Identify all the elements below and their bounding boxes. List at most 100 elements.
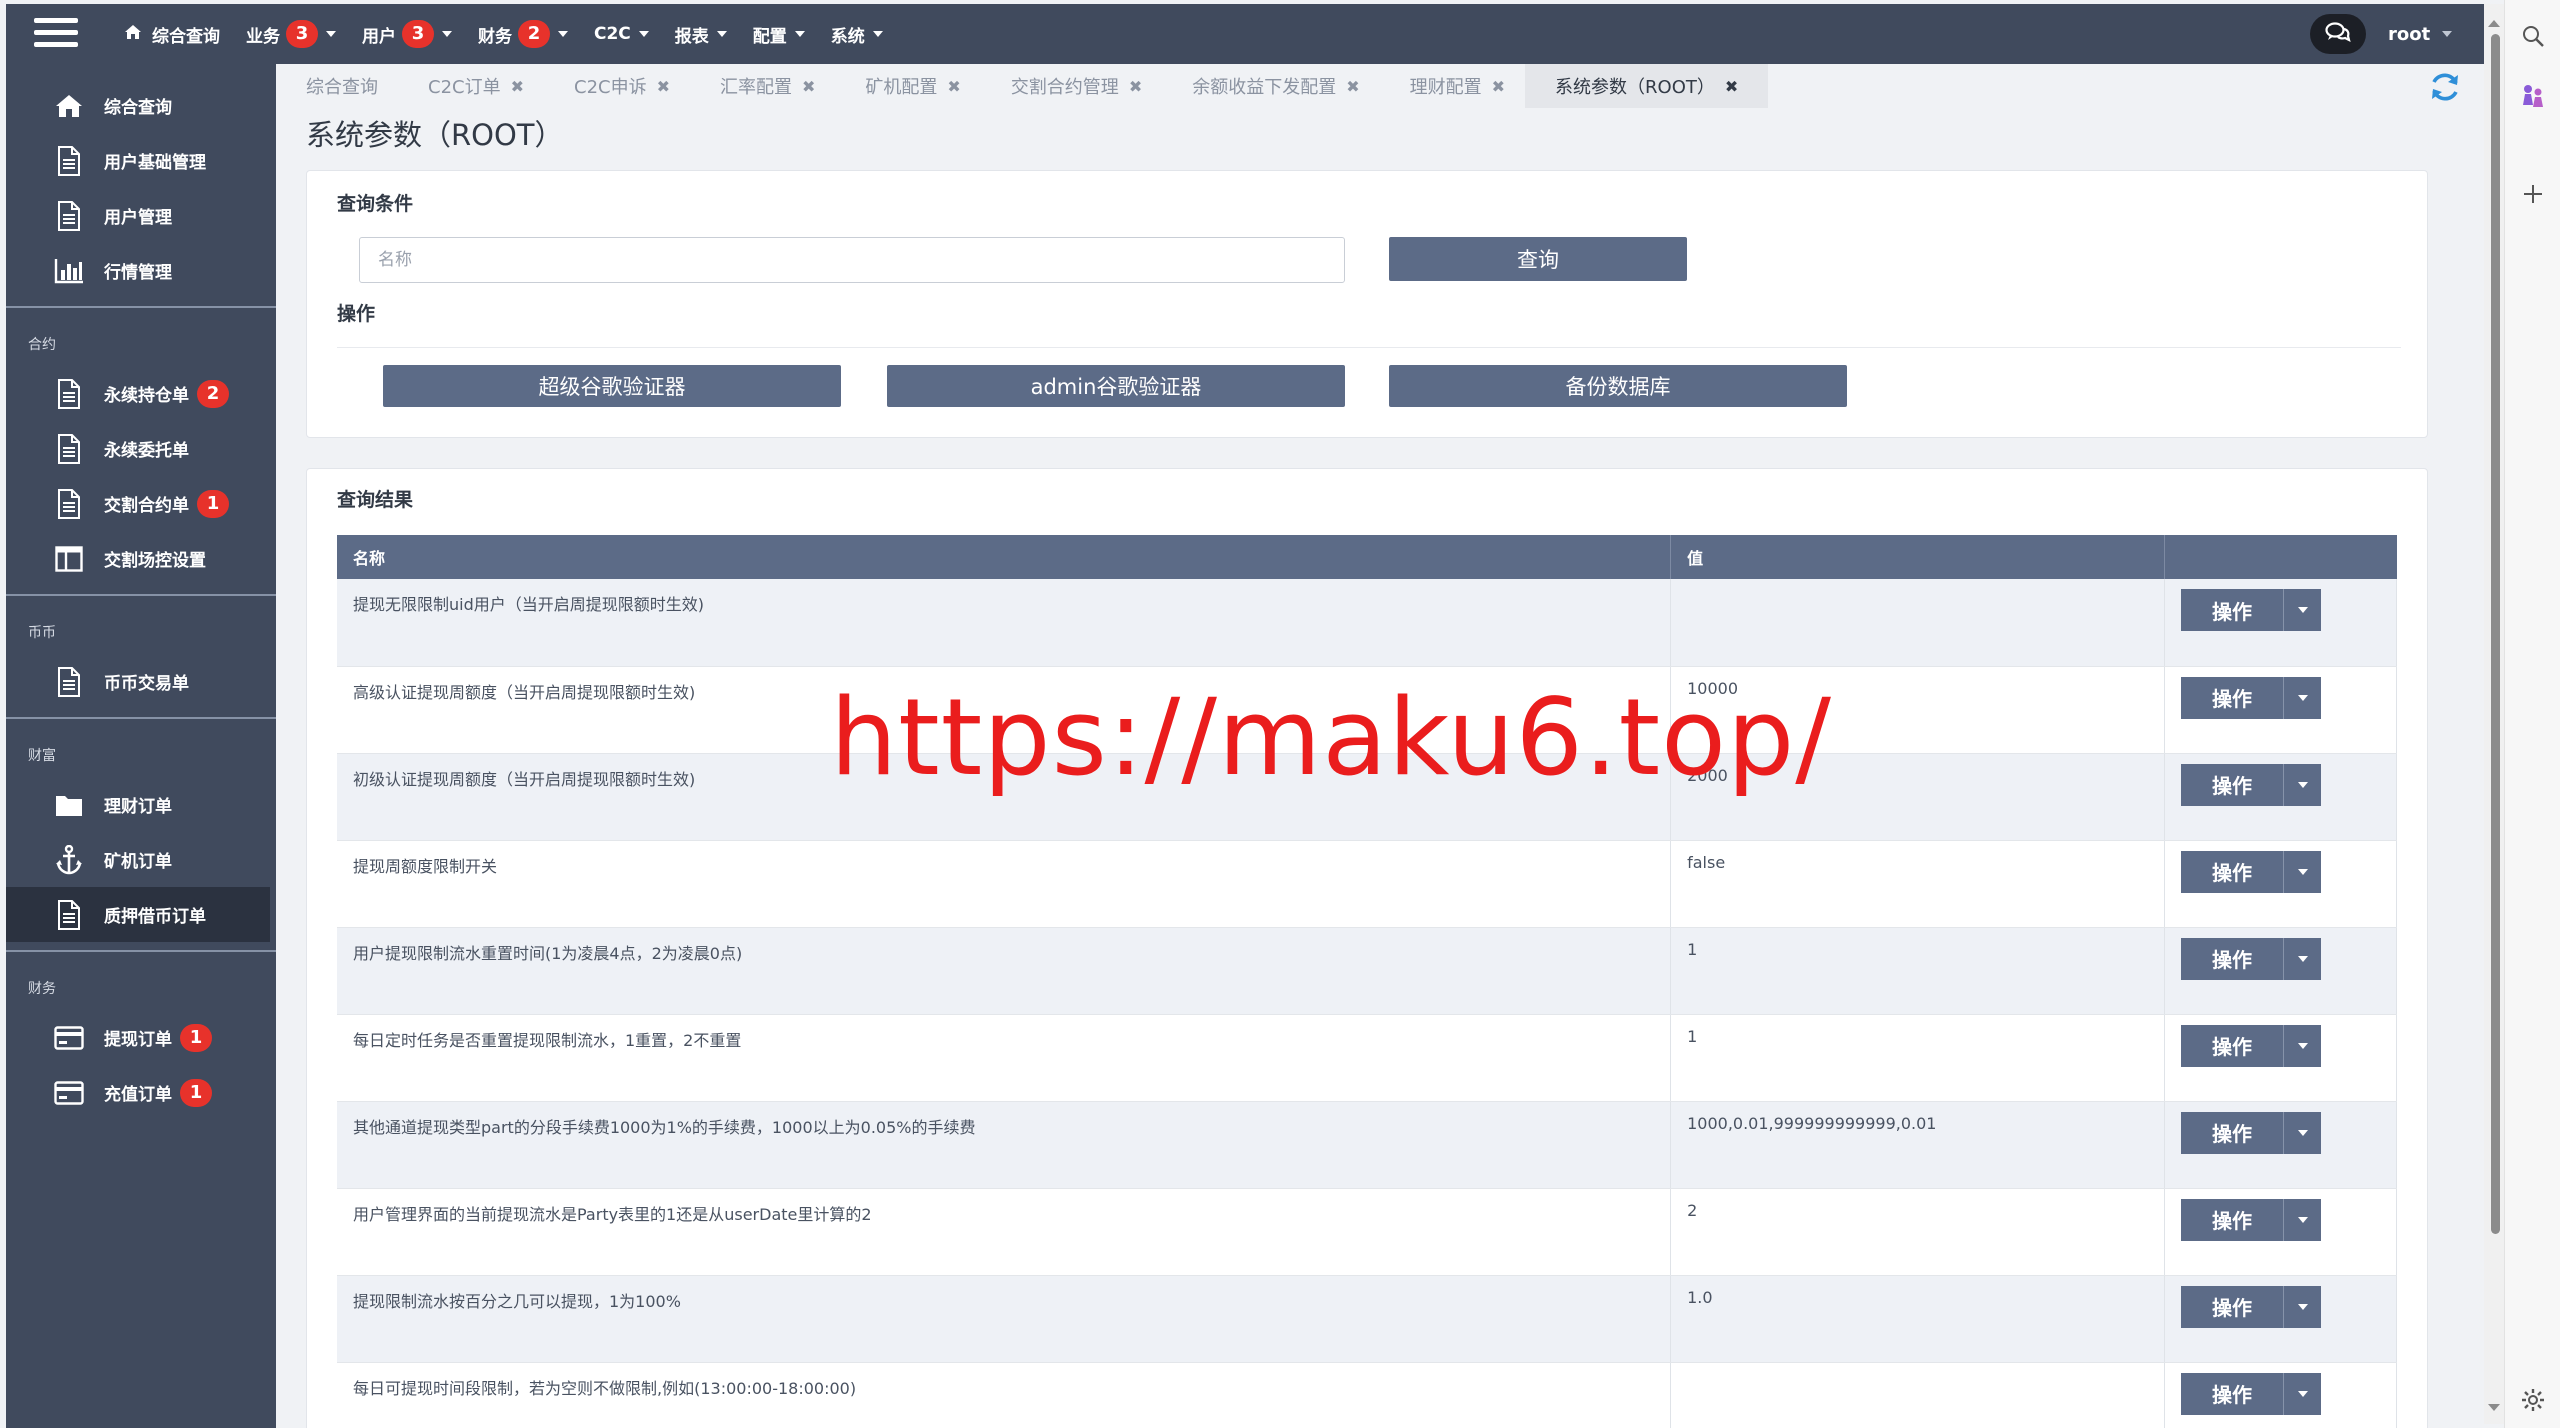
tab-system-params[interactable]: 系统参数（ROOT） ✖ bbox=[1525, 64, 1769, 108]
super-google-auth-button[interactable]: 超级谷歌验证器 bbox=[383, 365, 841, 407]
tab-exchange-rate[interactable]: 汇率配置 ✖ bbox=[690, 64, 835, 108]
chevron-down-icon[interactable] bbox=[2283, 763, 2322, 806]
chevron-down-icon bbox=[872, 31, 883, 37]
chevron-down-icon[interactable] bbox=[2283, 1372, 2322, 1415]
action-split-button: 操作 bbox=[2181, 1372, 2322, 1415]
sidebar-item-wealth-order[interactable]: 理财订单 bbox=[6, 777, 276, 832]
chevron-down-icon[interactable] bbox=[2283, 676, 2322, 719]
close-icon[interactable]: ✖ bbox=[1492, 77, 1505, 96]
action-button[interactable]: 操作 bbox=[2181, 1024, 2284, 1067]
sidebar-item-miner-order[interactable]: 矿机订单 bbox=[6, 832, 276, 887]
chevron-down-icon[interactable] bbox=[2283, 1024, 2322, 1067]
sidebar-item-delivery-control[interactable]: 交割场控设置 bbox=[6, 531, 276, 586]
chevron-down-icon[interactable] bbox=[2283, 1285, 2322, 1328]
chat-button[interactable] bbox=[2310, 14, 2366, 54]
chevron-down-icon[interactable] bbox=[2283, 589, 2322, 631]
sidebar-item-deposit-order[interactable]: 充值订单 1 bbox=[6, 1065, 276, 1120]
action-button[interactable]: 操作 bbox=[2181, 1111, 2284, 1154]
nav-item-business[interactable]: 业务 3 bbox=[246, 4, 336, 64]
scrollbar-thumb[interactable] bbox=[2491, 34, 2500, 1234]
tab-balance-yield[interactable]: 余额收益下发配置 ✖ bbox=[1162, 64, 1379, 108]
action-button[interactable]: 操作 bbox=[2181, 937, 2284, 980]
tab-c2c-order[interactable]: C2C订单 ✖ bbox=[398, 64, 544, 108]
chevron-down-icon bbox=[716, 31, 727, 37]
sidebar-item-withdraw-order[interactable]: 提现订单 1 bbox=[6, 1010, 276, 1065]
sidebar-item-label: 用户管理 bbox=[104, 208, 172, 228]
sidebar-item-label: 理财订单 bbox=[104, 797, 172, 817]
chevron-down-icon bbox=[2442, 31, 2453, 37]
sidebar-item-user-manage[interactable]: 用户管理 bbox=[6, 188, 276, 243]
action-button[interactable]: 操作 bbox=[2181, 589, 2284, 631]
action-split-button: 操作 bbox=[2181, 1285, 2322, 1328]
action-split-button: 操作 bbox=[2181, 676, 2322, 719]
action-button[interactable]: 操作 bbox=[2181, 1372, 2284, 1415]
tab-miner-config[interactable]: 矿机配置 ✖ bbox=[835, 64, 980, 108]
tab-label: 汇率配置 bbox=[720, 77, 792, 98]
column-header-action bbox=[2164, 535, 2397, 579]
action-split-button: 操作 bbox=[2181, 1198, 2322, 1241]
nav-item-finance[interactable]: 财务 2 bbox=[478, 4, 568, 64]
hamburger-menu-icon[interactable] bbox=[34, 18, 78, 50]
action-button[interactable]: 操作 bbox=[2181, 850, 2284, 893]
nav-item-report[interactable]: 报表 bbox=[675, 4, 727, 64]
add-icon[interactable] bbox=[2519, 180, 2547, 208]
nav-business-badge: 3 bbox=[286, 20, 318, 48]
sidebar-item-label: 币币交易单 bbox=[104, 674, 189, 694]
chevron-down-icon[interactable] bbox=[2283, 850, 2322, 893]
action-split-button: 操作 bbox=[2181, 1024, 2322, 1067]
search-button[interactable]: 查询 bbox=[1389, 237, 1687, 281]
cell-name: 每日可提现时间段限制，若为空则不做限制,例如(13:00:00-18:00:00… bbox=[337, 1362, 1672, 1428]
close-icon[interactable]: ✖ bbox=[1129, 77, 1142, 96]
action-button[interactable]: 操作 bbox=[2181, 676, 2284, 719]
nav-c2c-label: C2C bbox=[594, 24, 631, 44]
refresh-icon[interactable] bbox=[2428, 70, 2462, 104]
chevron-down-icon[interactable] bbox=[2283, 1111, 2322, 1154]
sidebar-badge: 1 bbox=[180, 1078, 212, 1107]
divider bbox=[337, 347, 2401, 348]
sidebar-item-user-basic[interactable]: 用户基础管理 bbox=[6, 133, 276, 188]
action-split-button: 操作 bbox=[2181, 589, 2322, 631]
chevron-down-icon[interactable] bbox=[2283, 937, 2322, 980]
sidebar-item-perpetual-position[interactable]: 永续持仓单 2 bbox=[6, 366, 276, 421]
tab-label: 综合查询 bbox=[306, 77, 378, 98]
chess-pieces-icon[interactable] bbox=[2519, 82, 2547, 110]
search-icon[interactable] bbox=[2519, 22, 2547, 50]
user-menu[interactable]: root bbox=[2388, 4, 2453, 64]
sidebar-item-label: 永续委托单 bbox=[104, 441, 189, 461]
nav-item-user[interactable]: 用户 3 bbox=[362, 4, 452, 64]
top-nav: 综合查询 业务 3 用户 3 财务 2 C2C 报表 配置 系统 bbox=[124, 4, 909, 64]
result-panel: 查询结果 名称 值 提现无限限制uid用户（当开启周提现限额时生效) 操作 高级… bbox=[306, 468, 2428, 1428]
name-search-input[interactable] bbox=[359, 237, 1345, 283]
tab-overview[interactable]: 综合查询 bbox=[276, 64, 398, 108]
close-icon[interactable]: ✖ bbox=[802, 77, 815, 96]
sidebar-item-pledge-loan[interactable]: 质押借币订单 bbox=[6, 887, 270, 942]
close-icon[interactable]: ✖ bbox=[1725, 77, 1738, 96]
chevron-down-icon[interactable] bbox=[2283, 1198, 2322, 1241]
close-icon[interactable]: ✖ bbox=[511, 77, 524, 96]
sidebar-item-market[interactable]: 行情管理 bbox=[6, 243, 276, 298]
sidebar-item-perpetual-order[interactable]: 永续委托单 bbox=[6, 421, 276, 476]
sidebar-item-label: 用户基础管理 bbox=[104, 153, 206, 173]
action-button[interactable]: 操作 bbox=[2181, 1285, 2284, 1328]
scroll-down-arrow-icon[interactable] bbox=[2488, 1404, 2500, 1411]
nav-item-config[interactable]: 配置 bbox=[753, 4, 805, 64]
admin-google-auth-button[interactable]: admin谷歌验证器 bbox=[887, 365, 1345, 407]
tab-c2c-appeal[interactable]: C2C申诉 ✖ bbox=[544, 64, 690, 108]
nav-item-system[interactable]: 系统 bbox=[831, 4, 883, 64]
sidebar-item-overview[interactable]: 综合查询 bbox=[6, 78, 276, 133]
sidebar-item-delivery-contract[interactable]: 交割合约单 1 bbox=[6, 476, 276, 531]
action-button[interactable]: 操作 bbox=[2181, 763, 2284, 806]
close-icon[interactable]: ✖ bbox=[947, 77, 960, 96]
sidebar-item-label: 矿机订单 bbox=[104, 852, 172, 872]
close-icon[interactable]: ✖ bbox=[1346, 77, 1359, 96]
tab-delivery-contract[interactable]: 交割合约管理 ✖ bbox=[981, 64, 1162, 108]
scroll-up-arrow-icon[interactable] bbox=[2488, 20, 2500, 27]
settings-gear-icon[interactable] bbox=[2519, 1386, 2547, 1414]
close-icon[interactable]: ✖ bbox=[657, 77, 670, 96]
nav-item-c2c[interactable]: C2C bbox=[594, 4, 649, 64]
action-button[interactable]: 操作 bbox=[2181, 1198, 2284, 1241]
sidebar-item-spot-trade[interactable]: 币币交易单 bbox=[6, 654, 276, 709]
nav-item-home[interactable]: 综合查询 bbox=[124, 4, 220, 64]
tab-wealth-config[interactable]: 理财配置 ✖ bbox=[1380, 64, 1525, 108]
backup-database-button[interactable]: 备份数据库 bbox=[1389, 365, 1847, 407]
